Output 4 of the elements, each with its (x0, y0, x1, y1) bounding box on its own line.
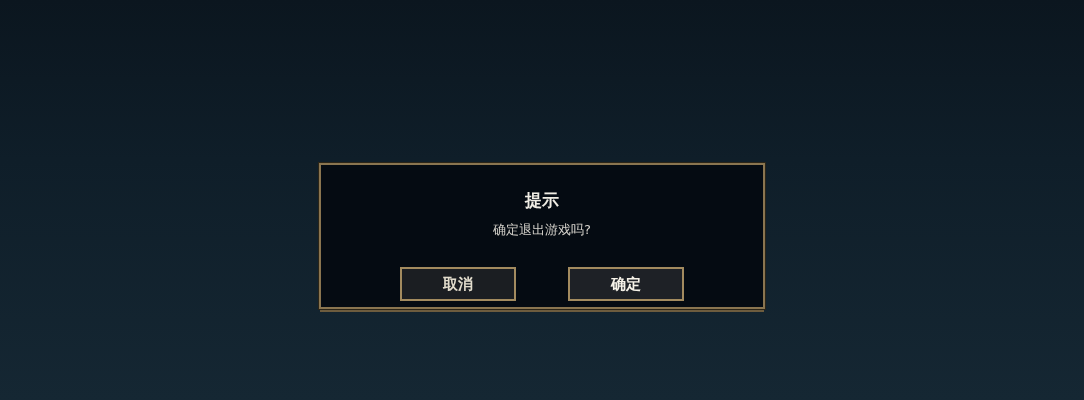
dialog-title: 提示 (525, 189, 559, 212)
confirm-button[interactable]: 确定 (568, 267, 684, 301)
dialog-message: 确定退出游戏吗? (493, 221, 591, 239)
cancel-button[interactable]: 取消 (400, 267, 516, 301)
